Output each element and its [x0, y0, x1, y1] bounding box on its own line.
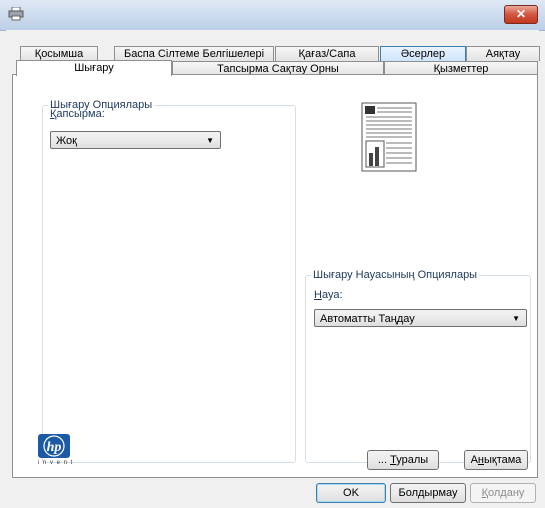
cancel-button[interactable]: Болдырмау	[390, 483, 466, 503]
bin-label: Науа:	[314, 289, 343, 301]
tab-output[interactable]: Шығару	[16, 60, 172, 76]
hp-logo: hp i n v e n t	[36, 434, 72, 470]
tab-paper-quality[interactable]: Қағаз/Сапа	[275, 46, 379, 61]
output-options-group: Шығару Опциялары	[42, 99, 296, 463]
help-button[interactable]: Анықтама	[464, 450, 528, 470]
tab-effects[interactable]: Әсерлер	[380, 46, 466, 61]
page-preview-icon	[361, 102, 417, 172]
stapling-label: Қапсырма:	[50, 108, 105, 120]
tab-panel-output: Шығару Опциялары Қапсырма: Жоқ ▼ Шығару …	[12, 74, 538, 478]
bin-dropdown[interactable]: Автоматты Таңдау ▼	[314, 309, 527, 327]
tab-printing-shortcuts[interactable]: Баспа Сілтеме Белгішелері	[114, 46, 274, 61]
stapling-value: Жоқ	[56, 135, 77, 147]
ok-button[interactable]: OK	[316, 483, 386, 503]
output-bin-title: Шығару Науасының Опциялары	[311, 269, 480, 281]
printing-preferences-dialog: Қосымша Баспа Сілтеме Белгішелері Қағаз/…	[6, 30, 540, 508]
svg-text:hp: hp	[47, 440, 62, 455]
about-button[interactable]: ... Туралы	[367, 450, 439, 470]
bin-value: Автоматты Таңдау	[320, 313, 415, 325]
hp-tagline: i n v e n t	[38, 460, 74, 466]
stapling-dropdown[interactable]: Жоқ ▼	[50, 131, 221, 149]
tab-advanced[interactable]: Қосымша	[20, 46, 98, 61]
output-bin-options-group: Шығару Науасының Опциялары	[305, 269, 531, 463]
close-button[interactable]: ✕	[504, 5, 538, 24]
chevron-down-icon: ▼	[206, 136, 214, 145]
printer-icon	[8, 7, 24, 21]
title-bar: ✕	[0, 0, 545, 31]
tab-finishing[interactable]: Аяқтау	[466, 46, 540, 61]
apply-button[interactable]: Қолдану	[470, 483, 536, 503]
chevron-down-icon: ▼	[512, 314, 520, 323]
